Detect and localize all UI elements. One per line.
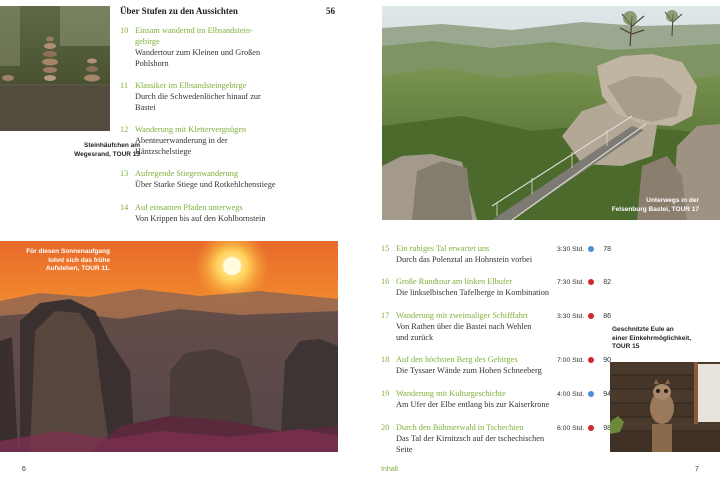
tour-duration: 3:30 Std.: [557, 313, 585, 320]
tour-number: 17: [381, 311, 390, 320]
tour-duration: 7:00 Std.: [557, 357, 585, 364]
toc-entry[interactable]: 16 Große Rundtour am linken Elbufer Die li…: [381, 276, 611, 306]
tour-number: 12: [120, 125, 129, 134]
toc-entry[interactable]: 20 Durch den Böhmerwald in Tschechien Das …: [381, 422, 611, 454]
tour-description-cont: Pohlshorn: [135, 59, 169, 68]
caption-line: einer Einkehrmöglichkeit,: [612, 334, 692, 342]
right-page-label: Inhalt: [381, 466, 399, 473]
tour-number: 10: [120, 26, 129, 35]
left-page: Steinhäufchen am Wegesrand, TOUR 13 Über…: [0, 0, 457, 483]
tour-title: Aufregende Stiegenwanderung: [135, 169, 238, 178]
caption-line: Aufstehen, TOUR 11.: [45, 265, 110, 272]
caption-line: Für diesen Sonnenaufgang: [26, 248, 110, 255]
tour-description-cont: Seite: [396, 445, 413, 454]
toc-entry[interactable]: 12 Wanderung mit Klettervergnügen Abenteue…: [120, 124, 457, 156]
toc-entry[interactable]: 19 Wanderung mit Kulturgeschichte Am Ufer …: [381, 388, 611, 418]
tour-title-cont: gebirge: [135, 37, 160, 46]
tour-description-cont: Häntzschelstiege: [135, 147, 192, 156]
tour-title: Klassiker im Elbsandsteingebirge: [135, 81, 247, 90]
tour-number: 15: [381, 244, 390, 253]
cairns-photo: [0, 6, 110, 131]
tour-duration: 6:00 Std.: [557, 425, 585, 432]
tour-page-number: 82: [603, 279, 611, 286]
tour-title: Durch den Böhmerwald in Tschechien: [396, 423, 524, 432]
tour-number: 18: [381, 355, 390, 364]
tour-title: Einsam wandernd im Elbsandstein-: [135, 26, 253, 35]
tour-description: Am Ufer der Elbe entlang bis zur Kaiserk…: [396, 400, 550, 409]
owl-caption: Geschnitzte Eule an einer Einkehrmöglich…: [612, 326, 717, 352]
tour-title: Wanderung mit Kulturgeschichte: [396, 389, 506, 398]
left-page-number: 6: [22, 466, 26, 473]
toc-entry[interactable]: 17 Wanderung mit zweimaliger Schifffahrt V…: [381, 310, 611, 342]
difficulty-dot-icon: [588, 246, 594, 252]
tour-number: 13: [120, 169, 129, 178]
caption-line: Felsenburg Bastei, TOUR 17: [611, 205, 699, 213]
tour-description: Das Tal der Kirnitzsch auf der tschechis…: [396, 434, 545, 443]
tour-description: Durch das Polenztal an Hohnstein vorbei: [396, 255, 533, 264]
right-page-number: 7: [695, 466, 699, 473]
difficulty-dot-icon: [588, 279, 594, 285]
tour-title: Ein ruhiges Tal erwartet uns: [396, 244, 490, 253]
tour-number: 20: [381, 423, 390, 432]
toc-section-heading: Über Stufen zu den Aussichten: [120, 6, 238, 16]
caption-line: Unterwegs in der: [646, 197, 699, 204]
tour-duration: 7:30 Std.: [557, 279, 585, 286]
tour-number: 11: [120, 81, 128, 90]
difficulty-dot-icon: [588, 357, 594, 363]
bastei-photo: [382, 6, 720, 220]
tour-description: Von Krippen bis auf den Kohlbornstein: [135, 214, 266, 223]
tour-page-number: 90: [603, 357, 611, 364]
tour-page-number: 78: [603, 246, 611, 253]
tour-description: Durch die Schwedenlöcher hinauf zur: [135, 92, 261, 101]
tour-title: Auf den höchsten Berg des Gebirges: [396, 355, 518, 364]
toc-entry[interactable]: 11 Klassiker im Elbsandsteingebirge Durch …: [120, 80, 457, 112]
tour-description-cont: und zurück: [396, 333, 434, 342]
caption-line: Geschnitzte Eule an: [612, 326, 674, 333]
tour-description: Die Tyssaer Wände zum Hohen Schneeberg: [396, 366, 542, 375]
difficulty-dot-icon: [588, 313, 594, 319]
tour-page-number: 94: [603, 391, 611, 398]
caption-line: TOUR 15: [612, 343, 640, 350]
tour-duration: 3:30 Std.: [557, 246, 585, 253]
toc-entry[interactable]: 15 Ein ruhiges Tal erwartet uns Durch das …: [381, 243, 611, 273]
tour-title: Wanderung mit Klettervergnügen: [135, 125, 247, 134]
tour-number: 19: [381, 389, 390, 398]
tour-description: Wandertour zum Kleinen und Großen: [135, 48, 261, 57]
tour-description-cont: Bastei: [135, 103, 156, 112]
difficulty-dot-icon: [588, 391, 594, 397]
toc-entry[interactable]: 14 Auf einsamen Pfaden unterwegs Von Kripp…: [120, 202, 457, 232]
tour-page-number: 98: [603, 425, 611, 432]
tour-description: Über Starke Stiege und Rotkehlchenstiege: [135, 180, 276, 189]
difficulty-dot-icon: [588, 425, 594, 431]
tour-number: 16: [381, 277, 390, 286]
caption-line: lohnt sich das frühe: [48, 256, 110, 264]
tour-page-number: 86: [603, 313, 611, 320]
tour-description: Von Rathen über die Bastei nach Wehlen: [396, 322, 532, 331]
tour-number: 14: [120, 203, 129, 212]
tour-duration: 4:00 Std.: [557, 391, 585, 398]
toc-entry[interactable]: 10 Einsam wandernd im Elbsandstein-gebirg…: [120, 25, 457, 68]
tour-title: Auf einsamen Pfaden unterwegs: [135, 203, 243, 212]
toc-section-page: 56: [326, 6, 335, 16]
toc-entry[interactable]: 13 Aufregende Stiegenwanderung Über Starke…: [120, 168, 457, 198]
sunrise-caption: Für diesen Sonnenaufgang lohnt sich das …: [10, 248, 110, 274]
tour-title: Große Rundtour am linken Elbufer: [396, 277, 513, 286]
owl-photo: [610, 362, 720, 452]
right-page: Unterwegs in der Felsenburg Bastei, TOUR…: [367, 0, 720, 483]
bastei-caption: Unterwegs in der Felsenburg Bastei, TOUR…: [595, 197, 699, 214]
tour-title: Wanderung mit zweimaliger Schifffahrt: [396, 311, 528, 320]
toc-entry[interactable]: 18 Auf den höchsten Berg des Gebirges Die …: [381, 354, 611, 384]
tour-description: Die linkselbischen Tafelberge in Kombina…: [396, 288, 550, 297]
tour-description: Abenteuerwanderung in der: [135, 136, 228, 145]
